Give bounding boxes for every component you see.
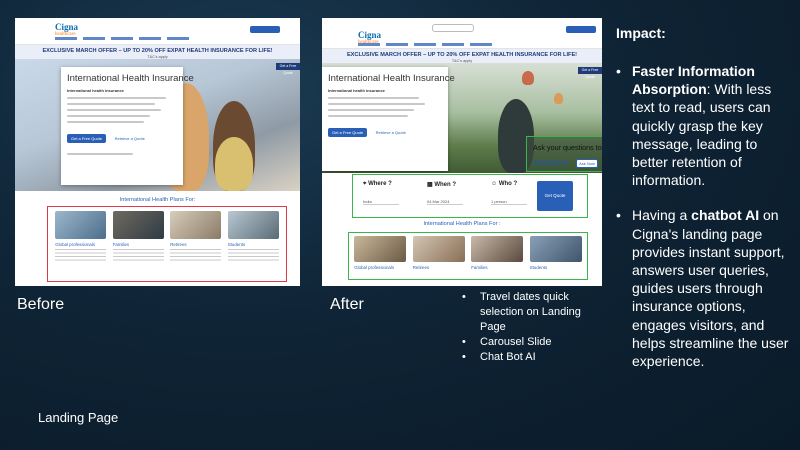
where-select[interactable]: India [363, 199, 399, 205]
balloon-icon [522, 71, 534, 85]
location-icon: ⌖ [363, 181, 367, 187]
person-icon: ☺ [491, 181, 498, 187]
calendar-icon: ▦ [427, 182, 433, 188]
hero-subtitle: International health insurance [328, 88, 385, 93]
plans-section: Global professionals Families Retirees S… [47, 206, 287, 282]
who-label: ☺ Who ? [491, 181, 518, 187]
hero-title: International Health Insurance [328, 73, 455, 84]
plan-card[interactable]: Retirees [170, 211, 222, 277]
change-item: Travel dates quick selection on Landing … [462, 290, 602, 335]
change-item: Carousel Slide [462, 335, 602, 350]
before-label: Before [17, 296, 65, 313]
retrieve-quote-link[interactable]: Retrieve a Quote [376, 130, 406, 135]
hero-card: International Health Insurance Internati… [61, 67, 194, 185]
after-screenshot: Cignahealthcare EXCLUSIVE MARCH OFFER – … [322, 18, 602, 286]
where-label: ⌖ Where ? [363, 181, 392, 187]
plan-card[interactable]: Students [227, 211, 279, 277]
impact-item: Faster Information Absorption: With less… [614, 62, 794, 189]
free-quote-tab[interactable]: Get a Free Quote [276, 63, 300, 75]
get-quote-button[interactable]: Get a Free Quote [67, 134, 107, 143]
plan-card[interactable]: Global professionals [354, 236, 407, 276]
after-label: After [330, 296, 364, 313]
search-input[interactable] [432, 24, 474, 32]
change-item: Chat Bot AI [462, 350, 602, 365]
hero-image: Get a Free Quote International Health In… [15, 59, 300, 191]
retrieve-quote-link[interactable]: Retrieve a Quote [115, 136, 145, 141]
who-select[interactable]: 1 person [491, 199, 527, 205]
free-quote-tab[interactable]: Get a Free Quote [578, 67, 602, 79]
login-button[interactable] [250, 26, 280, 33]
plans-carousel[interactable]: Global professionals Retirees Families S… [348, 232, 588, 280]
changes-list: Travel dates quick selection on Landing … [462, 290, 602, 365]
hero-person-shirt [215, 137, 253, 191]
after-top-nav: Cignahealthcare [322, 18, 602, 49]
ask-now-button[interactable]: Ask Now [576, 159, 598, 168]
nav-links[interactable] [358, 43, 498, 46]
get-quote-go-button[interactable]: Get Quote [537, 181, 573, 211]
impact-title: Impact: [616, 25, 666, 41]
plan-card[interactable]: Families [112, 211, 164, 277]
offer-banner[interactable]: EXCLUSIVE MARCH OFFER – UP TO 20% OFF EX… [15, 45, 300, 59]
balloon-icon [554, 93, 563, 104]
impact-item: Having a chatbot AI on Cigna's landing p… [614, 206, 794, 370]
plans-title: International Health Plans For: [119, 197, 196, 203]
hero-card: International Health Insurance Internati… [322, 67, 455, 171]
when-label: ▦ When ? [427, 182, 457, 188]
cigna-logo[interactable]: Cignahealthcare [55, 22, 78, 37]
travel-quick-select: ⌖ Where ? India ▦ When ? 04 Mar 2024 ☺ W… [352, 174, 588, 218]
hero-title: International Health Insurance [67, 73, 194, 84]
chatbot-name[interactable]: Chat bot AI [533, 160, 568, 167]
when-select[interactable]: 04 Mar 2024 [427, 199, 463, 205]
before-top-nav: Cigna healthcare [15, 18, 300, 45]
plans-title: International Health Plans For : [423, 221, 501, 227]
chatbot-prompt: Ask your questions to [533, 143, 602, 152]
hero-subtitle: International health insurance [67, 88, 124, 93]
before-screenshot: Cigna healthcare EXCLUSIVE MARCH OFFER – … [15, 18, 300, 286]
nav-links[interactable] [55, 37, 195, 40]
plan-card[interactable]: Global professionals [55, 211, 107, 277]
plan-card[interactable]: Retirees [412, 236, 465, 276]
impact-list: Faster Information Absorption: With less… [614, 62, 794, 387]
landing-page-label: Landing Page [38, 410, 119, 425]
login-button[interactable] [566, 26, 596, 33]
get-quote-button[interactable]: Get a Free Quote [328, 128, 368, 137]
offer-banner[interactable]: EXCLUSIVE MARCH OFFER – UP TO 20% OFF EX… [322, 49, 602, 63]
plan-card[interactable]: Students [529, 236, 582, 276]
plan-card[interactable]: Families [471, 236, 524, 276]
chatbot-widget[interactable]: Ask your questions to Chat bot AI Ask No… [526, 136, 602, 172]
